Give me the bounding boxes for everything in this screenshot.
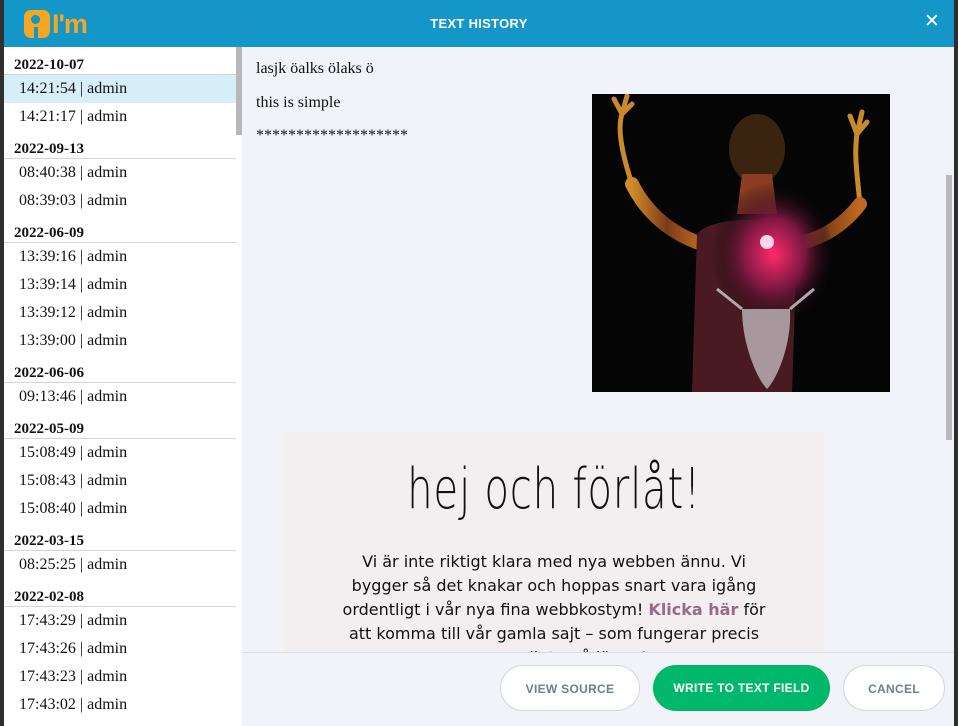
dialog-footer: VIEW SOURCE WRITE TO TEXT FIELD CANCEL	[242, 652, 954, 726]
history-entry[interactable]: 15:08:43 | admin	[4, 467, 236, 495]
preview-line: *******************	[256, 127, 408, 144]
preview-scrollbar[interactable]	[946, 175, 952, 440]
history-entry[interactable]: 13:39:14 | admin	[4, 271, 236, 299]
history-entry[interactable]: 17:43:02 | admin	[4, 691, 236, 719]
history-date-heading: 2022-06-09	[4, 215, 236, 243]
cancel-button[interactable]: CANCEL	[843, 665, 945, 711]
history-date-group: 2022-02-08 17:43:29 | admin 17:43:26 | adm…	[4, 579, 242, 719]
history-date-heading: 2022-02-08	[4, 579, 236, 607]
history-entry[interactable]: 08:40:38 | admin	[4, 159, 236, 187]
history-date-heading: 2022-05-09	[4, 411, 236, 439]
preview-pane: lasjk öalks ölaks ö this is simple *****…	[242, 47, 954, 652]
history-entry[interactable]: 08:25:25 | admin	[4, 551, 236, 579]
dialog-title: TEXT HISTORY	[430, 16, 528, 31]
history-entry[interactable]: 15:08:40 | admin	[4, 495, 236, 523]
history-entry[interactable]: 15:08:49 | admin	[4, 439, 236, 467]
history-date-group: 2022-06-09 13:39:16 | admin 13:39:14 | adm…	[4, 215, 242, 355]
history-entry[interactable]: 17:43:26 | admin	[4, 635, 236, 663]
history-entry[interactable]: 08:39:03 | admin	[4, 187, 236, 215]
history-date-group: 2022-03-15 08:25:25 | admin	[4, 523, 242, 579]
close-icon[interactable]: ✕	[922, 12, 942, 32]
history-entry[interactable]: 14:21:17 | admin	[4, 103, 236, 131]
preview-line: this is simple	[256, 94, 341, 111]
embedded-page: hej och förlåt! Vi är inte riktigt klara…	[284, 432, 824, 652]
text-history-dialog: I'm TEXT HISTORY ✕ 2022-10-07 14:21:54 | …	[0, 0, 958, 726]
history-date-group: 2022-09-13 08:40:38 | admin 08:39:03 | adm…	[4, 131, 242, 215]
view-source-button[interactable]: VIEW SOURCE	[500, 665, 640, 711]
history-date-heading: 2022-03-15	[4, 523, 236, 551]
history-date-group: 2022-06-06 09:13:46 | admin	[4, 355, 242, 411]
preview-line: lasjk öalks ölaks ö	[256, 60, 374, 77]
title-bar: I'm TEXT HISTORY ✕	[4, 0, 954, 47]
history-date-group: 2022-05-09 15:08:49 | admin 15:08:43 | adm…	[4, 411, 242, 523]
history-list: 2022-10-07 14:21:54 | admin 14:21:17 | adm…	[4, 47, 242, 726]
dancer-photo-icon	[592, 94, 890, 392]
write-to-text-field-button[interactable]: WRITE TO TEXT FIELD	[653, 665, 830, 711]
history-entry[interactable]: 13:39:16 | admin	[4, 243, 236, 271]
history-entry[interactable]: 17:43:29 | admin	[4, 607, 236, 635]
history-entry[interactable]: 09:13:46 | admin	[4, 383, 236, 411]
history-date-group: 2022-10-07 14:21:54 | admin 14:21:17 | adm…	[4, 47, 242, 131]
embed-body: Vi är inte riktigt klara med nya webben …	[334, 550, 774, 652]
history-date-heading: 2022-09-13	[4, 131, 236, 159]
history-entry[interactable]: 13:39:00 | admin	[4, 327, 236, 355]
embed-heading: hej och förlåt!	[407, 457, 701, 522]
preview-image	[592, 94, 890, 392]
history-date-heading: 2022-10-07	[4, 47, 236, 75]
history-entry[interactable]: 14:21:54 | admin	[4, 75, 236, 103]
history-entry[interactable]: 17:43:23 | admin	[4, 663, 236, 691]
history-entry[interactable]: 13:39:12 | admin	[4, 299, 236, 327]
history-date-heading: 2022-06-06	[4, 355, 236, 383]
embed-link[interactable]: Klicka här	[648, 600, 738, 619]
